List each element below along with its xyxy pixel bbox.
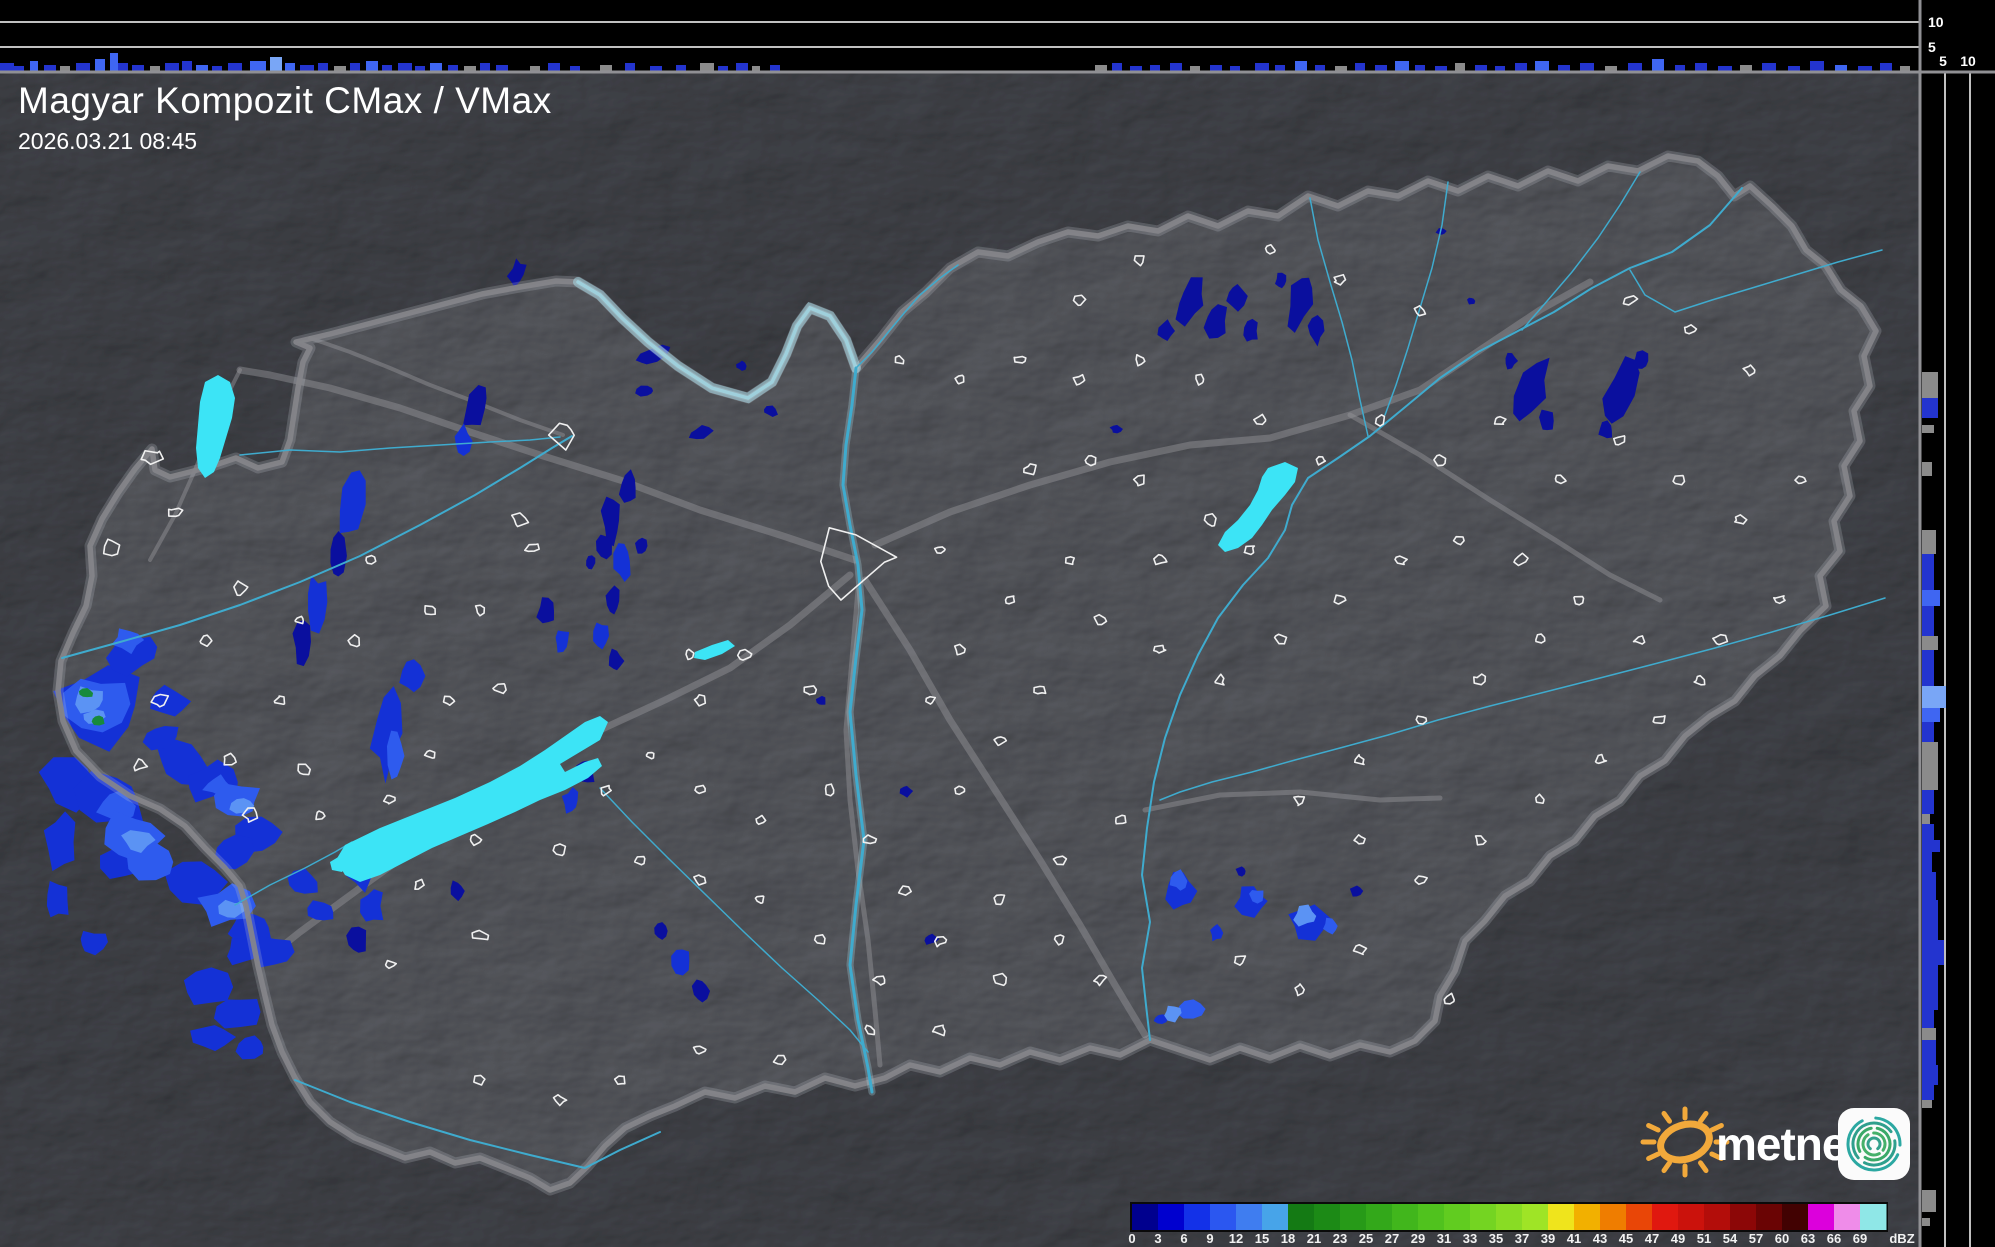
svg-text:3: 3 <box>1154 1231 1161 1246</box>
svg-text:54: 54 <box>1723 1231 1738 1246</box>
svg-text:43: 43 <box>1593 1231 1607 1246</box>
svg-text:47: 47 <box>1645 1231 1659 1246</box>
svg-text:9: 9 <box>1206 1231 1213 1246</box>
radar-composite-map: metnet 0 3 6 9 12 15 18 21 23 25 27 29 31 33 35 37 39 41 4… <box>0 0 1995 1247</box>
svg-text:31: 31 <box>1437 1231 1451 1246</box>
svg-text:39: 39 <box>1541 1231 1555 1246</box>
svg-text:12: 12 <box>1229 1231 1243 1246</box>
svg-text:23: 23 <box>1333 1231 1347 1246</box>
svg-text:15: 15 <box>1255 1231 1269 1246</box>
map-area: metnet 0 3 6 9 12 15 18 21 23 25 27 29 31 33 35 37 39 41 4… <box>0 72 1920 1247</box>
svg-text:18: 18 <box>1281 1231 1295 1246</box>
svg-text:5: 5 <box>1928 39 1936 55</box>
svg-text:0: 0 <box>1128 1231 1135 1246</box>
top-histogram-strip <box>0 0 1920 72</box>
radar-viewer: metnet 0 3 6 9 12 15 18 21 23 25 27 29 31 33 35 37 39 41 4… <box>0 0 1995 1247</box>
svg-text:35: 35 <box>1489 1231 1503 1246</box>
svg-text:37: 37 <box>1515 1231 1529 1246</box>
svg-text:21: 21 <box>1307 1231 1321 1246</box>
svg-text:66: 66 <box>1827 1231 1841 1246</box>
svg-text:41: 41 <box>1567 1231 1581 1246</box>
svg-text:49: 49 <box>1671 1231 1685 1246</box>
svg-text:10: 10 <box>1928 14 1944 30</box>
metnet-app-icon <box>1838 1108 1910 1180</box>
svg-text:6: 6 <box>1180 1231 1187 1246</box>
dbz-unit-label: dBZ <box>1889 1231 1914 1246</box>
svg-text:10: 10 <box>1960 53 1976 69</box>
svg-text:57: 57 <box>1749 1231 1763 1246</box>
svg-text:45: 45 <box>1619 1231 1633 1246</box>
svg-text:63: 63 <box>1801 1231 1815 1246</box>
right-histogram-strip <box>1920 0 1995 1247</box>
svg-text:60: 60 <box>1775 1231 1789 1246</box>
svg-text:25: 25 <box>1359 1231 1373 1246</box>
svg-text:5: 5 <box>1939 53 1947 69</box>
svg-text:33: 33 <box>1463 1231 1477 1246</box>
svg-text:51: 51 <box>1697 1231 1711 1246</box>
svg-text:29: 29 <box>1411 1231 1425 1246</box>
svg-text:27: 27 <box>1385 1231 1399 1246</box>
svg-text:69: 69 <box>1853 1231 1867 1246</box>
